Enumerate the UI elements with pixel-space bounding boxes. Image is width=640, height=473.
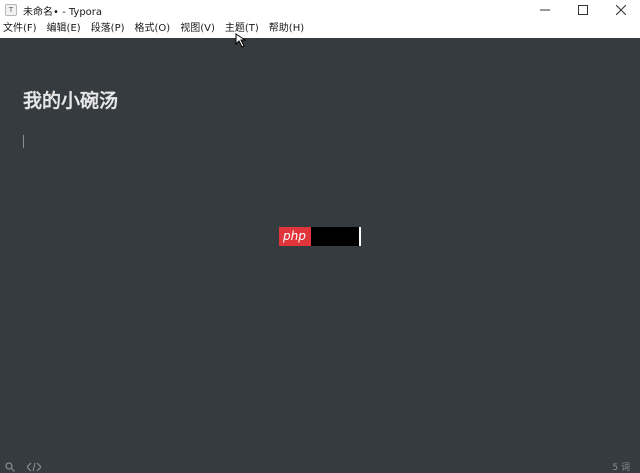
word-count[interactable]: 5 词: [612, 460, 630, 473]
watermark-text: php: [282, 229, 306, 243]
php-watermark-logo: php: [279, 227, 361, 246]
search-icon[interactable]: [5, 462, 15, 472]
maximize-button[interactable]: [564, 0, 602, 20]
maximize-icon: [578, 5, 588, 15]
close-button[interactable]: [602, 0, 640, 20]
window-controls: [526, 0, 640, 20]
menu-format[interactable]: 格式(O): [130, 20, 176, 38]
title-bar: T 未命名• - Typora: [0, 0, 640, 20]
document-heading[interactable]: 我的小碗汤: [23, 86, 118, 113]
menu-paragraph[interactable]: 段落(P): [86, 20, 130, 38]
menu-file[interactable]: 文件(F): [0, 20, 42, 38]
mouse-cursor-icon: [235, 33, 247, 48]
minimize-button[interactable]: [526, 0, 564, 20]
close-icon: [616, 5, 626, 15]
menu-help[interactable]: 帮助(H): [264, 20, 309, 38]
menu-bar: 文件(F) 编辑(E) 段落(P) 格式(O) 视图(V) 主题(T) 帮助(H…: [0, 20, 640, 38]
editor-area[interactable]: 我的小碗汤 php 5 词: [0, 38, 640, 473]
typora-app-icon: T: [5, 4, 17, 16]
minimize-icon: [540, 9, 550, 11]
menu-view[interactable]: 视图(V): [175, 20, 220, 38]
text-caret: [23, 135, 24, 148]
source-code-icon[interactable]: [27, 462, 41, 472]
window-title: 未命名• - Typora: [23, 6, 103, 18]
menu-edit[interactable]: 编辑(E): [42, 20, 86, 38]
status-bar: 5 词: [0, 459, 640, 473]
